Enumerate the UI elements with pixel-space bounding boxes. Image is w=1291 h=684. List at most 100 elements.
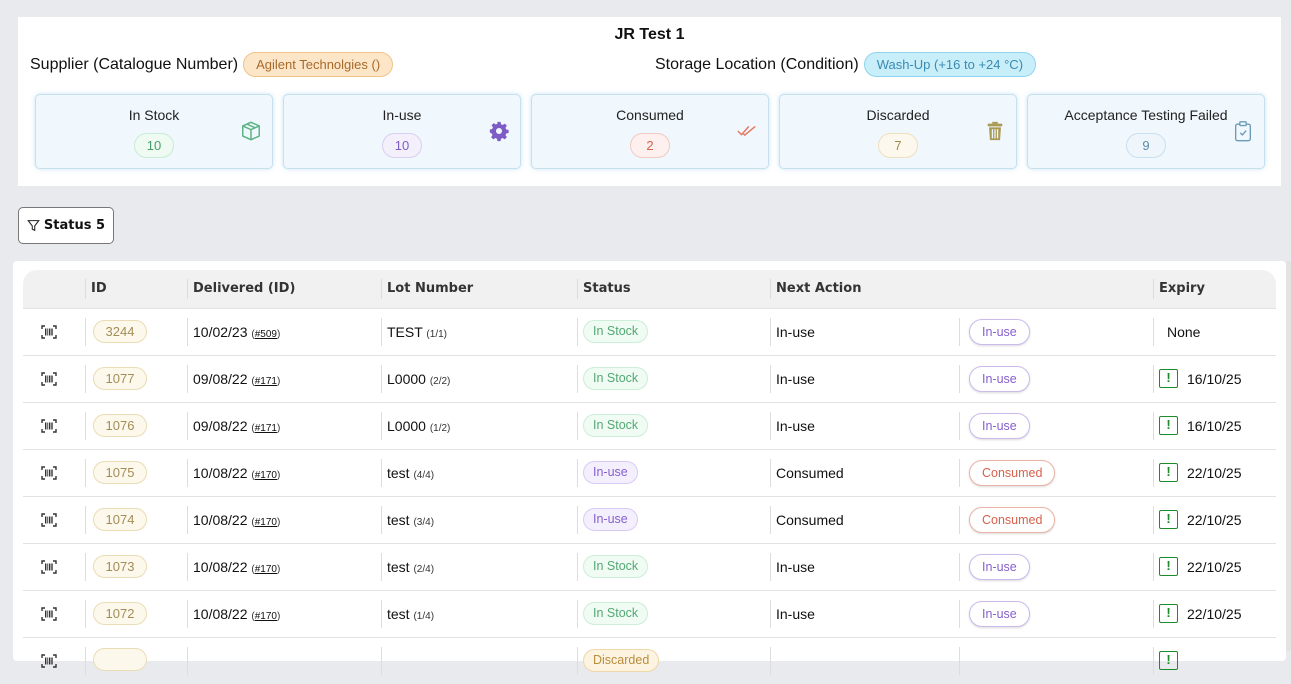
barcode-icon[interactable] — [41, 559, 57, 574]
table-row[interactable]: 1076 09/08/22 (#171) L0000 (1/2) In Stoc… — [23, 401, 1276, 449]
barcode-icon[interactable] — [41, 606, 57, 621]
id-badge[interactable]: 1075 — [93, 461, 147, 484]
lot-cell: L0000 (2/2) — [381, 354, 577, 402]
delivery-link[interactable]: #170 — [255, 517, 277, 528]
table-row[interactable]: 1073 10/08/22 (#170) test (2/4) In Stock… — [23, 542, 1276, 590]
items-table: ID Delivered (ID) Lot Number Status Next… — [23, 270, 1276, 684]
status-filter-button[interactable]: Status 5 — [18, 207, 114, 244]
delivery-link[interactable]: #171 — [255, 376, 277, 387]
supplier-row: Supplier (Catalogue Number) Agilent Tech… — [30, 52, 394, 77]
col-lot-number[interactable]: Lot Number — [381, 270, 577, 308]
delivered-cell: 10/02/23 (#509) — [187, 307, 381, 355]
next-action-button[interactable]: Consumed — [969, 459, 1056, 486]
card-label: Discarded — [866, 107, 930, 123]
next-action-button[interactable]: In-use — [969, 318, 1030, 345]
expiry-date: 22/10/25 — [1187, 464, 1242, 481]
next-action-button[interactable]: In-use — [969, 600, 1030, 627]
scrollbar[interactable] — [1286, 261, 1291, 651]
expiry: ! 22/10/25 — [1159, 604, 1276, 623]
id-badge[interactable]: 1072 — [93, 602, 147, 625]
col-next-action[interactable]: Next Action — [770, 270, 959, 308]
card-discarded[interactable]: Discarded 7 — [779, 94, 1017, 169]
expiry-cell: ! 22/10/25 — [1153, 542, 1276, 590]
barcode-icon[interactable] — [41, 418, 57, 433]
table-row[interactable]: 3244 10/02/23 (#509) TEST (1/1) In Stock… — [23, 307, 1276, 355]
clipboard-check-icon — [1234, 121, 1252, 142]
barcode-icon[interactable] — [41, 465, 57, 480]
id-badge[interactable]: 1076 — [93, 414, 147, 437]
gear-icon — [489, 121, 509, 142]
trash-icon — [987, 121, 1003, 141]
delivered-cell: 10/08/22 (#170) — [187, 589, 381, 637]
expiry: ! 22/10/25 — [1159, 557, 1276, 576]
delivery-ref: (#170) — [251, 516, 281, 528]
filter-label: Status 5 — [43, 218, 106, 233]
barcode-icon[interactable] — [41, 654, 57, 668]
col-action — [959, 270, 1153, 308]
table-row[interactable]: 1074 10/08/22 (#170) test (3/4) In-use C… — [23, 495, 1276, 543]
next-action-button[interactable]: In-use — [969, 412, 1030, 439]
delivery-link[interactable]: #170 — [255, 470, 277, 481]
col-expiry[interactable]: Expiry — [1153, 270, 1276, 308]
next-action-button[interactable]: Consumed — [969, 506, 1056, 533]
next-action-text: Consumed — [776, 511, 844, 528]
card-consumed[interactable]: Consumed 2 — [531, 94, 769, 169]
id-badge[interactable]: 1074 — [93, 508, 147, 531]
lot-cell: test (4/4) — [381, 448, 577, 496]
lot-index: (1/1) — [426, 328, 447, 340]
card-in-use[interactable]: In-use 10 — [283, 94, 521, 169]
card-acceptance-failed[interactable]: Acceptance Testing Failed 9 — [1027, 94, 1265, 169]
id-badge[interactable] — [93, 647, 147, 671]
next-action-button[interactable]: In-use — [969, 365, 1030, 392]
id-cell: 1073 — [85, 542, 187, 590]
delivery-link[interactable]: #509 — [255, 329, 277, 340]
barcode-icon[interactable] — [41, 371, 57, 386]
delivered-date: 10/08/22 — [193, 511, 248, 528]
next-action-text: In-use — [776, 558, 815, 575]
status-cell: Discarded — [577, 636, 770, 684]
table-row[interactable]: () Discarded ! — [23, 636, 1276, 684]
action-cell: Consumed — [959, 495, 1153, 543]
expiry: ! None — [1159, 324, 1276, 340]
delivered-date: 09/08/22 — [193, 417, 248, 434]
id-badge[interactable]: 3244 — [93, 320, 147, 343]
expiry-cell: ! 16/10/25 — [1153, 401, 1276, 449]
id-cell: 1074 — [85, 495, 187, 543]
next-action-cell: In-use — [770, 354, 959, 402]
expiry-date: 22/10/25 — [1187, 511, 1242, 528]
next-action-text: In-use — [776, 323, 815, 340]
lot-index: (1/2) — [429, 422, 451, 434]
id-cell: 1076 — [85, 401, 187, 449]
col-status[interactable]: Status — [577, 270, 770, 308]
lot-cell: TEST (1/1) — [381, 307, 577, 355]
lot-cell: L0000 (1/2) — [381, 401, 577, 449]
id-badge[interactable]: 1073 — [93, 555, 147, 578]
table-row[interactable]: 1075 10/08/22 (#170) test (4/4) In-use C… — [23, 448, 1276, 496]
expiry-date: 22/10/25 — [1187, 558, 1242, 575]
table-row[interactable]: 1072 10/08/22 (#170) test (1/4) In Stock… — [23, 589, 1276, 637]
lot-cell: test (3/4) — [381, 495, 577, 543]
barcode-cell — [23, 542, 85, 590]
col-barcode — [23, 270, 85, 308]
col-delivered[interactable]: Delivered (ID) — [187, 270, 381, 308]
status-badge: In Stock — [583, 602, 649, 625]
delivered-cell: 10/08/22 (#170) — [187, 542, 381, 590]
delivered-cell: 09/08/22 (#171) — [187, 401, 381, 449]
lot-index: (4/4) — [413, 469, 435, 481]
card-in-stock[interactable]: In Stock 10 — [35, 94, 273, 169]
table-row[interactable]: 1077 09/08/22 (#171) L0000 (2/2) In Stoc… — [23, 354, 1276, 402]
id-cell: 1075 — [85, 448, 187, 496]
next-action-cell — [770, 636, 959, 684]
next-action-cell: In-use — [770, 401, 959, 449]
delivery-link[interactable]: #170 — [255, 611, 277, 622]
filter-icon — [27, 220, 40, 232]
barcode-icon[interactable] — [41, 512, 57, 527]
table-panel: ID Delivered (ID) Lot Number Status Next… — [13, 261, 1286, 684]
id-cell: 1077 — [85, 354, 187, 402]
id-badge[interactable]: 1077 — [93, 367, 147, 390]
delivery-link[interactable]: #171 — [255, 423, 277, 434]
delivery-link[interactable]: #170 — [255, 564, 277, 575]
col-id[interactable]: ID — [85, 270, 187, 308]
next-action-button[interactable]: In-use — [969, 553, 1030, 580]
barcode-icon[interactable] — [41, 324, 57, 339]
